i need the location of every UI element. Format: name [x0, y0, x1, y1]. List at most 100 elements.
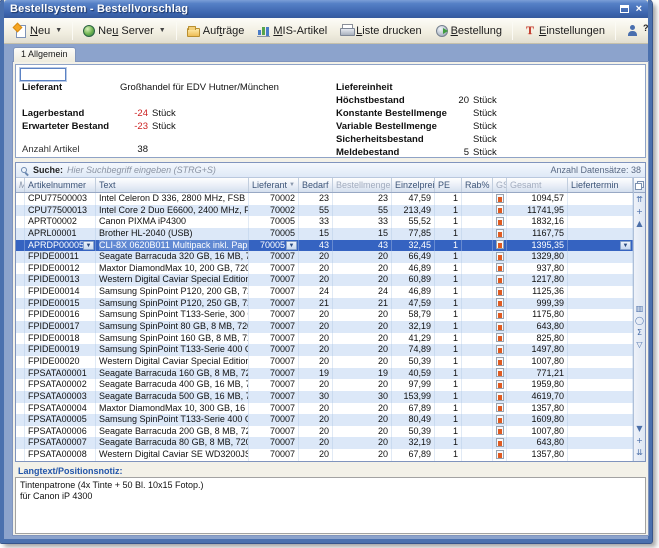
tab-allgemein[interactable]: 1 Allgemein — [13, 47, 76, 62]
scroll-down-icon[interactable]: ▼ — [636, 424, 642, 435]
column-header-text[interactable]: Text — [96, 178, 249, 192]
gs-order-icon[interactable] — [496, 298, 504, 307]
cell-gesamt: 1167,75 — [507, 228, 568, 240]
gs-order-icon[interactable] — [496, 426, 504, 435]
cell-rab — [462, 228, 493, 240]
table-row[interactable]: FPIDE00013Western Digital Caviar Special… — [16, 274, 633, 286]
column-header-bedarf[interactable]: Bedarf — [299, 178, 333, 192]
gs-order-icon[interactable] — [496, 275, 504, 284]
grid-nav-scrollbar[interactable]: ⇈+▲ ▥◯Σ▽ ▼+⇊ — [633, 178, 645, 461]
gs-order-icon[interactable] — [496, 368, 504, 377]
table-row[interactable]: FPSATA00002Seagate Barracuda 400 GB, 16 … — [16, 379, 633, 391]
gs-order-icon[interactable] — [496, 450, 504, 459]
table-row[interactable]: FPSATA00008Western Digital Caviar SE WD3… — [16, 449, 633, 461]
gs-order-icon[interactable] — [496, 322, 504, 331]
column-header-artikelnummer[interactable]: Artikelnummer — [25, 178, 96, 192]
table-row[interactable]: FPIDE00020Western Digital Caviar Special… — [16, 356, 633, 368]
append-icon[interactable]: + — [636, 436, 643, 447]
table-row[interactable]: FPIDE00011Seagate Barracuda 320 GB, 16 M… — [16, 251, 633, 263]
insert-icon[interactable]: + — [636, 207, 643, 218]
search-icon[interactable]: ◯ — [635, 316, 644, 327]
column-header-m[interactable]: M — [16, 178, 25, 192]
table-row[interactable]: FPIDE00015Samsung SpinPoint P120, 250 GB… — [16, 298, 633, 310]
table-row[interactable]: FPIDE00014Samsung SpinPoint P120, 200 GB… — [16, 286, 633, 298]
toolbar-button-server[interactable]: Neu Server▼ — [77, 21, 172, 40]
table-row[interactable]: FPSATA00007Seagate Barracuda 80 GB, 8 MB… — [16, 437, 633, 449]
table-row[interactable]: APRDP00005▼CLI-8X 0620B011 Multipack ink… — [16, 240, 633, 252]
cell-rab — [462, 321, 493, 333]
filter-icon[interactable]: ▽ — [636, 340, 642, 351]
search-input[interactable]: Hier Suchbegriff eingeben (STRG+S) — [67, 165, 546, 175]
table-row[interactable]: FPSATA00001Seagate Barracuda 160 GB, 8 M… — [16, 368, 633, 380]
toolbar-button-order-cart[interactable]: Bestellung — [429, 21, 508, 40]
column-chooser-icon[interactable] — [635, 181, 644, 190]
column-header-rab[interactable]: Rab% — [462, 178, 493, 192]
column-header-bestellmenge[interactable]: Bestellmenge — [333, 178, 392, 192]
cell-text: Samsung SpinPoint T133-Serie 400 GB, 720… — [96, 344, 249, 356]
scroll-up-icon[interactable]: ▲ — [636, 219, 642, 230]
gs-order-icon[interactable] — [496, 403, 504, 412]
columns-icon[interactable]: ▥ — [636, 304, 644, 315]
langtext-textarea[interactable]: Tintenpatrone (4x Tinte + 50 Bl. 10x15 F… — [15, 477, 646, 534]
cell-gs — [493, 391, 507, 403]
table-row[interactable]: FPIDE00018Samsung SpinPoint 160 GB, 8 MB… — [16, 333, 633, 345]
gs-order-icon[interactable] — [496, 287, 504, 296]
cell-bestellmenge: 21 — [333, 298, 392, 310]
column-header-pe[interactable]: PE — [435, 178, 462, 192]
toolbar-button-settings[interactable]: Einstellungen — [517, 21, 611, 40]
table-row[interactable]: FPIDE00012Maxtor DiamondMax 10, 200 GB, … — [16, 263, 633, 275]
cell-dropdown-button[interactable]: ▼ — [286, 241, 297, 251]
table-row[interactable]: FPSATA00005Samsung SpinPoint T133-Serie … — [16, 414, 633, 426]
scroll-bottom-icon[interactable]: ⇊ — [636, 448, 643, 459]
table-row[interactable]: CPU77500003Intel Celeron D 336, 2800 MHz… — [16, 193, 633, 205]
sum-icon[interactable]: Σ — [637, 328, 642, 339]
gs-order-icon[interactable] — [496, 240, 504, 249]
cell-liefertermin — [568, 333, 633, 345]
toolbar-button-chart[interactable]: MIS-Artikel — [251, 21, 333, 40]
gs-order-icon[interactable] — [496, 345, 504, 354]
table-row[interactable]: FPIDE00016Samsung SpinPoint T133-Serie, … — [16, 309, 633, 321]
cell-liefertermin — [568, 263, 633, 275]
table-row[interactable]: FPSATA00003Seagate Barracuda 500 GB, 16 … — [16, 391, 633, 403]
gs-order-icon[interactable] — [496, 357, 504, 366]
gs-order-icon[interactable] — [496, 194, 504, 203]
gs-order-icon[interactable] — [496, 229, 504, 238]
restore-icon[interactable] — [620, 5, 629, 13]
table-row[interactable]: FPIDE00019Samsung SpinPoint T133-Serie 4… — [16, 344, 633, 356]
cell-m — [16, 263, 25, 275]
cell-lieferant: 70005 — [249, 216, 299, 228]
cell-bestellmenge: 20 — [333, 449, 392, 461]
column-header-gesamt[interactable]: Gesamt — [507, 178, 568, 192]
gs-order-icon[interactable] — [496, 380, 504, 389]
gs-order-icon[interactable] — [496, 333, 504, 342]
cell-dropdown-button[interactable]: ▼ — [620, 241, 631, 251]
table-row[interactable]: APRL00001Brother HL-2040 (USB)7000515157… — [16, 228, 633, 240]
scroll-top-icon[interactable]: ⇈ — [636, 195, 643, 206]
gs-order-icon[interactable] — [496, 438, 504, 447]
toolbar-button-orders-folder[interactable]: Aufträge — [181, 22, 251, 40]
gs-order-icon[interactable] — [496, 392, 504, 401]
gs-order-icon[interactable] — [496, 205, 504, 214]
close-icon[interactable]: × — [636, 4, 642, 14]
column-header-gs[interactable]: GS — [493, 178, 507, 192]
cell-rab — [462, 240, 493, 252]
gs-order-icon[interactable] — [496, 217, 504, 226]
gs-order-icon[interactable] — [496, 263, 504, 272]
cell-gesamt: 1357,80 — [507, 403, 568, 415]
column-header-lieferant[interactable]: Lieferant▼ — [249, 178, 299, 192]
column-header-liefertermin[interactable]: Liefertermin — [568, 178, 633, 192]
cell-dropdown-button[interactable]: ▼ — [83, 241, 94, 251]
table-row[interactable]: FPSATA00006Seagate Barracuda 200 GB, 8 M… — [16, 426, 633, 438]
table-row[interactable]: CPU77500013Intel Core 2 Duo E6600, 2400 … — [16, 205, 633, 217]
toolbar-button-help[interactable]: ? — [620, 21, 655, 40]
column-header-einzelpreis[interactable]: Einzelpreis — [392, 178, 435, 192]
toolbar-button-new-document[interactable]: Neu▼ — [8, 21, 68, 40]
lieferant-filter-input[interactable] — [20, 68, 66, 81]
gs-order-icon[interactable] — [496, 252, 504, 261]
table-row[interactable]: APRT00002Canon PIXMA iP430070005333355,5… — [16, 216, 633, 228]
toolbar-button-print[interactable]: Liste drucken — [334, 21, 427, 40]
table-row[interactable]: FPSATA00004Maxtor DiamondMax 10, 300 GB,… — [16, 403, 633, 415]
gs-order-icon[interactable] — [496, 415, 504, 424]
gs-order-icon[interactable] — [496, 310, 504, 319]
table-row[interactable]: FPIDE00017Samsung SpinPoint 80 GB, 8 MB,… — [16, 321, 633, 333]
